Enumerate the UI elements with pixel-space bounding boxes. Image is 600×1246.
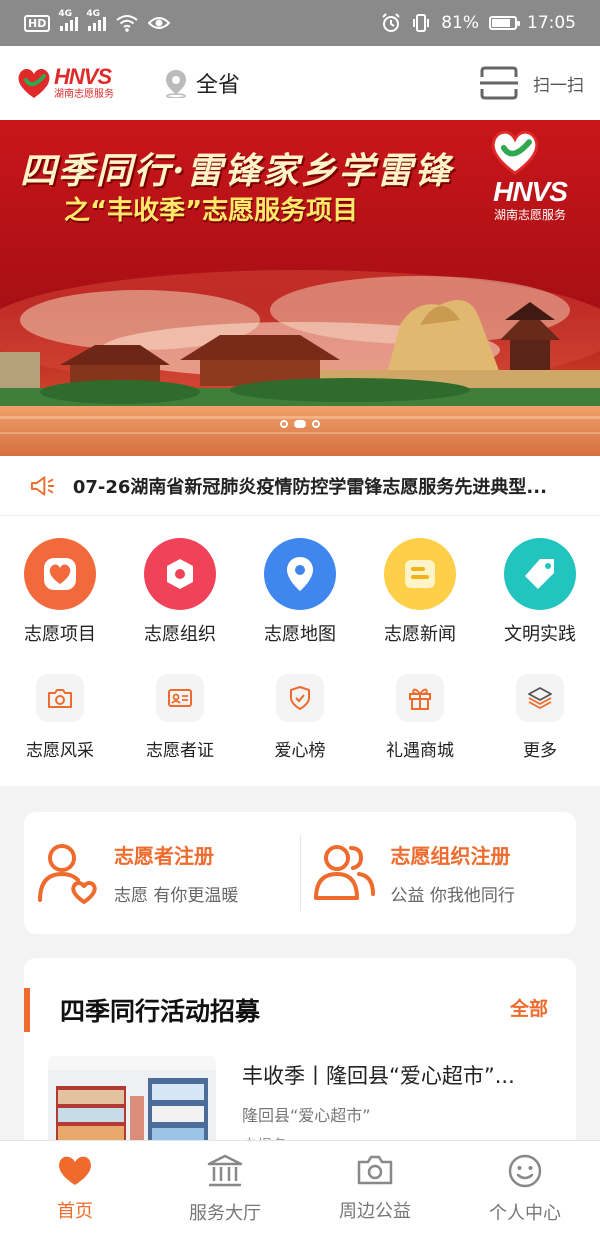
- view-all-link[interactable]: 全部: [510, 994, 548, 1021]
- home-heart-icon: [59, 1156, 91, 1185]
- tab-home[interactable]: 首页: [0, 1141, 150, 1246]
- gift-icon: [396, 674, 444, 722]
- org-register-button[interactable]: 志愿组织注册 公益 你我他同行: [301, 840, 577, 906]
- section-accent-bar: [24, 988, 30, 1032]
- volunteer-register-button[interactable]: 志愿者注册 志愿 有你更温暖: [24, 840, 300, 906]
- location-label: 全省: [196, 73, 241, 98]
- activity-title[interactable]: 丰收季丨隆回县“爱心超市”...: [242, 1060, 558, 1090]
- camera-icon: [36, 674, 84, 722]
- announcement-text: 07-26湖南省新冠肺炎疫情防控学雷锋志愿服务先进典型...: [72, 476, 547, 498]
- tag-icon: [504, 538, 576, 610]
- clock: 17:05: [527, 13, 576, 33]
- tab-nearby[interactable]: 周边公益: [300, 1141, 450, 1246]
- camera-icon: [357, 1155, 393, 1185]
- menu-volunteer-map[interactable]: 志愿地图: [240, 538, 360, 646]
- person-heart-icon: [38, 844, 97, 904]
- news-icon: [384, 538, 456, 610]
- battery-icon: [489, 16, 520, 30]
- banner-subtitle: 之“丰收季”志愿服务项目: [64, 196, 359, 226]
- heart-icon: [24, 538, 96, 610]
- location-selector[interactable]: 全省: [164, 67, 240, 99]
- scan-button[interactable]: 扫一扫: [479, 65, 584, 101]
- layers-icon: [516, 674, 564, 722]
- status-bar: HD 4G 4G 81% 17:05: [0, 0, 600, 46]
- carousel-indicator[interactable]: [280, 420, 320, 428]
- bottom-tab-bar: 首页 服务大厅 周边公益 个人中心: [0, 1140, 600, 1246]
- menu-volunteer-news[interactable]: 志愿新闻: [360, 538, 480, 646]
- carousel-dot-active[interactable]: [294, 420, 306, 428]
- battery-percent: 81%: [441, 13, 479, 33]
- scan-label: 扫一扫: [533, 75, 584, 96]
- signal-icon: 4G: [58, 9, 79, 31]
- wifi-icon: [116, 15, 138, 32]
- eye-icon: [148, 17, 171, 29]
- volunteer-register-desc: 志愿 有你更温暖: [114, 886, 239, 906]
- vibrate-icon: [413, 14, 430, 32]
- hero-banner[interactable]: 四季同行·雷锋家乡学雷锋 之“丰收季”志愿服务项目 HNVS 湖南志愿服务: [0, 120, 600, 456]
- menu-volunteer-orgs[interactable]: 志愿组织: [120, 538, 240, 646]
- menu-more[interactable]: 更多: [480, 674, 600, 761]
- banner-heart-icon: [491, 130, 539, 175]
- registration-card: 志愿者注册 志愿 有你更温暖 志愿组织注册 公益 你我他同行: [24, 812, 576, 934]
- announcement-bar[interactable]: 07-26湖南省新冠肺炎疫情防控学雷锋志愿服务先进典型...: [0, 456, 600, 516]
- group-icon: [313, 845, 375, 900]
- org-register-title: 志愿组织注册: [390, 844, 511, 868]
- menu-civilization-practice[interactable]: 文明实践: [480, 538, 600, 646]
- banner-logo: HNVS 湖南志愿服务: [488, 128, 572, 223]
- carousel-dot[interactable]: [280, 420, 288, 428]
- scan-icon: [480, 66, 518, 100]
- carousel-dot[interactable]: [312, 420, 320, 428]
- alarm-icon: [382, 13, 400, 32]
- bank-icon: [207, 1154, 243, 1187]
- org-register-desc: 公益 你我他同行: [390, 886, 515, 906]
- section-title: 四季同行活动招募: [60, 997, 261, 1026]
- menu-love-ranking[interactable]: 爱心榜: [240, 674, 360, 761]
- activity-subtitle: 隆回县“爱心超市”: [242, 1106, 371, 1125]
- hd-badge: HD: [24, 14, 51, 32]
- hexagon-icon: [144, 538, 216, 610]
- volunteer-register-title: 志愿者注册: [114, 844, 214, 868]
- activities-section: 四季同行活动招募 全部 丰收季丨隆回县“爱心超市”... 隆回县“爱心超市” 未…: [24, 958, 576, 1158]
- tab-service-hall[interactable]: 服务大厅: [150, 1141, 300, 1246]
- menu-gift-mall[interactable]: 礼遇商城: [360, 674, 480, 761]
- id-card-icon: [156, 674, 204, 722]
- app-logo: HNVS 湖南志愿服务: [16, 63, 128, 103]
- shield-check-icon: [276, 674, 324, 722]
- heart-logo-icon: [18, 68, 50, 98]
- menu-volunteer-card[interactable]: 志愿者证: [120, 674, 240, 761]
- tab-profile[interactable]: 个人中心: [450, 1141, 600, 1246]
- app-header: HNVS 湖南志愿服务 全省 扫一扫: [0, 46, 600, 120]
- menu-volunteer-gallery[interactable]: 志愿风采: [0, 674, 120, 761]
- location-pin-icon: [166, 70, 186, 98]
- signal-icon-2: 4G: [86, 9, 107, 31]
- speaker-icon: [30, 475, 54, 496]
- menu-volunteer-projects[interactable]: 志愿项目: [0, 538, 120, 646]
- smile-icon: [508, 1154, 542, 1188]
- map-pin-icon: [264, 538, 336, 610]
- banner-title: 四季同行·雷锋家乡学雷锋: [20, 150, 453, 192]
- function-grid: 志愿项目 志愿组织 志愿地图 志愿新闻 文明实践 志愿风采 志愿者证 爱心榜 礼…: [0, 516, 600, 786]
